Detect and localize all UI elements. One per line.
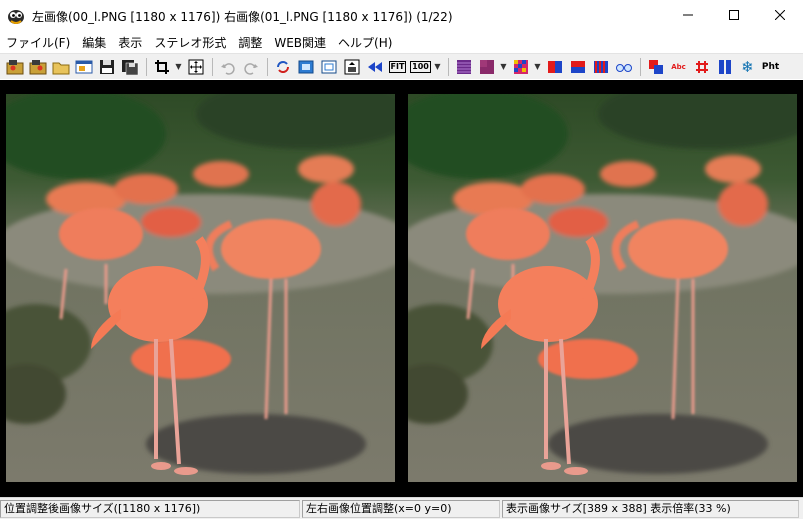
fit-button[interactable]: FIT: [387, 57, 408, 77]
title-bar: 左画像(00_l.PNG [1180 x 1176]) 右画像(01_l.PNG…: [0, 0, 803, 32]
swap-lr-button[interactable]: [272, 57, 293, 77]
right-image[interactable]: [408, 94, 797, 482]
toolbar-separator: [640, 57, 641, 76]
frame-outline-icon: [321, 60, 336, 73]
left-image[interactable]: [6, 94, 395, 482]
toolbar: ▼ FIT 100 ▼ ▼ ▼ Abc ❄ Pht: [0, 53, 803, 79]
columns-icon: [718, 59, 731, 74]
status-bar: 位置調整後画像サイズ([1180 x 1176]) 左右画像位置調整(x=0 y…: [0, 497, 803, 519]
crop-icon: [154, 59, 169, 74]
checker-button[interactable]: [510, 57, 531, 77]
move-button[interactable]: [185, 57, 206, 77]
grid-button[interactable]: [691, 57, 712, 77]
undo-button[interactable]: [217, 57, 238, 77]
open-pair-button[interactable]: [27, 57, 48, 77]
anaglyph-tb-button[interactable]: [567, 57, 588, 77]
image-window-icon: [75, 60, 92, 73]
chevron-down-icon: ▼: [534, 62, 541, 71]
chevron-down-icon: ▼: [175, 62, 182, 71]
open-folder-button[interactable]: [50, 57, 71, 77]
stereo-dropdown[interactable]: ▼: [499, 57, 508, 77]
overlap-button[interactable]: [645, 57, 666, 77]
menu-stereo-format[interactable]: ステレオ形式: [148, 34, 232, 51]
pht-button[interactable]: Pht: [760, 57, 781, 77]
close-button[interactable]: [757, 0, 803, 32]
save-as-icon: [121, 59, 138, 75]
align-icon: [344, 59, 359, 74]
image-viewer[interactable]: [0, 80, 803, 497]
align-button[interactable]: [341, 57, 362, 77]
interlace-icon: [593, 60, 608, 73]
stereo-parallel-button[interactable]: [453, 57, 474, 77]
open-stereo-button[interactable]: [4, 57, 25, 77]
status-lr-offset: 左右画像位置調整(x=0 y=0): [302, 499, 500, 518]
ruby-label: Abc: [671, 62, 686, 71]
menu-help[interactable]: ヘルプ(H): [332, 34, 398, 51]
anaglyph-lr-button[interactable]: [544, 57, 565, 77]
toolbar-separator: [212, 57, 213, 76]
frame-icon: [298, 60, 313, 73]
prev-image-button[interactable]: [364, 57, 385, 77]
window-title: 左画像(00_l.PNG [1180 x 1176]) 右画像(01_l.PNG…: [32, 9, 453, 24]
toolbar-separator: [146, 57, 147, 76]
maximize-button[interactable]: [711, 0, 757, 32]
original-frame-button[interactable]: [318, 57, 339, 77]
red-top-icon: [570, 60, 585, 73]
red-blue-icon: [547, 60, 562, 73]
zoom-100-label: 100: [410, 60, 431, 73]
stereo-mixed-button[interactable]: [476, 57, 497, 77]
save-button[interactable]: [96, 57, 117, 77]
open-pair-icon: [29, 59, 46, 74]
app-icon[interactable]: [6, 6, 26, 26]
interlace-button[interactable]: [590, 57, 611, 77]
rewind-icon: [367, 61, 382, 72]
ruby-button[interactable]: Abc: [668, 57, 689, 77]
zoom-dropdown[interactable]: ▼: [433, 57, 442, 77]
toolbar-separator: [267, 57, 268, 76]
menu-adjust[interactable]: 調整: [232, 34, 268, 51]
hash-icon: [695, 60, 708, 73]
maximize-icon: [729, 9, 739, 23]
checker-icon: [513, 59, 528, 74]
menu-view[interactable]: 表示: [112, 34, 148, 51]
overlap-icon: [648, 59, 663, 74]
toolbar-separator: [448, 57, 449, 76]
redo-button[interactable]: [240, 57, 261, 77]
status-adjusted-size: 位置調整後画像サイズ([1180 x 1176]): [0, 499, 300, 518]
save-icon: [99, 59, 114, 74]
minimize-button[interactable]: [665, 0, 711, 32]
open-stereo-icon: [6, 59, 23, 74]
chevron-down-icon: ▼: [500, 62, 507, 71]
crop-button[interactable]: [151, 57, 172, 77]
save-as-button[interactable]: [119, 57, 140, 77]
redo-icon: [243, 62, 258, 75]
move-icon: [188, 59, 203, 74]
window-controls: [665, 0, 803, 32]
menu-edit[interactable]: 編集: [76, 34, 112, 51]
zoom-100-button[interactable]: 100: [410, 57, 431, 77]
undo-icon: [220, 62, 235, 75]
folder-icon: [52, 62, 69, 74]
checker-dropdown[interactable]: ▼: [533, 57, 542, 77]
crop-dropdown[interactable]: ▼: [174, 57, 183, 77]
menu-web[interactable]: WEB関連: [268, 34, 332, 51]
menu-bar: ファイル(F) 編集 表示 ステレオ形式 調整 WEB関連 ヘルプ(H): [0, 32, 803, 52]
stereo-purple-icon: [479, 59, 494, 74]
close-icon: [774, 9, 786, 23]
fit-frame-button[interactable]: [295, 57, 316, 77]
menu-file[interactable]: ファイル(F): [0, 34, 76, 51]
status-display-info: 表示画像サイズ[389 x 388] 表示倍率(33 %): [502, 499, 799, 518]
minimize-icon: [683, 9, 693, 23]
open-image-button[interactable]: [73, 57, 94, 77]
glasses-icon: [615, 63, 632, 72]
glasses-button[interactable]: [613, 57, 634, 77]
pht-label: Pht: [761, 61, 780, 72]
swap-icon: [276, 60, 289, 73]
chevron-down-icon: ▼: [434, 62, 441, 71]
stereo-stripes-icon: [456, 59, 471, 74]
effect-button[interactable]: ❄: [737, 57, 758, 77]
side-by-side-button[interactable]: [714, 57, 735, 77]
snowflake-icon: ❄: [741, 57, 754, 76]
fit-label: FIT: [388, 60, 407, 73]
